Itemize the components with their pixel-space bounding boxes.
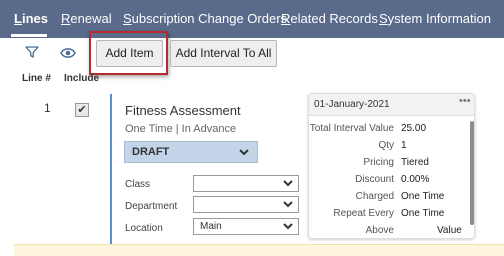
eye-icon[interactable]	[60, 46, 76, 64]
add-interval-to-all-button[interactable]: Add Interval To All	[170, 40, 277, 67]
interval-card-scrollbar[interactable]	[470, 121, 474, 225]
interval-field-label: Above	[365, 225, 394, 236]
add-item-highlight	[89, 31, 168, 75]
interval-field-value: 25.00	[401, 123, 427, 134]
active-tab-indicator	[11, 34, 47, 37]
interval-field-value: 1	[401, 140, 407, 151]
tab-bar: Lines Renewal Subscription Change Orders…	[0, 0, 504, 38]
location-label: Location	[125, 223, 163, 234]
location-select[interactable]: Main	[193, 218, 299, 235]
tab-renewal[interactable]: Renewal	[61, 11, 112, 26]
include-checkbox[interactable]: ✔	[75, 103, 89, 117]
chevron-down-icon	[282, 197, 294, 215]
interval-field-label: Charged	[355, 191, 394, 202]
chevron-down-icon	[282, 176, 294, 194]
interval-field-value: Value	[437, 225, 462, 236]
more-options-icon[interactable]: •••	[459, 95, 471, 107]
status-value: DRAFT	[132, 146, 170, 158]
interval-field-value: Tiered	[401, 157, 429, 168]
interval-card: 01-January-2021 ••• Total Interval Value…	[308, 93, 475, 239]
interval-field-label: Total Interval Value	[309, 123, 394, 134]
department-select[interactable]	[193, 196, 299, 213]
column-header-line: Line #	[22, 73, 51, 84]
tab-subscription-change-orders[interactable]: Subscription Change Orders	[123, 11, 287, 26]
interval-field-value: 0.00%	[401, 174, 430, 185]
item-name: Fitness Assessment	[125, 103, 241, 118]
column-header-include: Include	[64, 73, 100, 84]
interval-field-label: Qty	[378, 140, 394, 151]
department-label: Department	[125, 201, 178, 212]
filter-icon[interactable]	[25, 45, 39, 64]
interval-field-label: Repeat Every	[333, 208, 394, 219]
interval-field-value: One Time	[401, 191, 445, 202]
line-accent-bar	[110, 94, 112, 246]
interval-field-label: Discount	[355, 174, 394, 185]
chevron-down-icon	[238, 142, 250, 165]
status-dropdown[interactable]: DRAFT	[124, 141, 258, 163]
class-label: Class	[125, 179, 151, 190]
tab-lines[interactable]: Lines	[14, 11, 48, 26]
interval-field-value: One Time	[401, 208, 445, 219]
class-select[interactable]	[193, 175, 299, 192]
tab-related-records[interactable]: Related Records	[281, 11, 378, 26]
interval-card-header: 01-January-2021 •••	[309, 94, 474, 116]
line-number: 1	[44, 101, 51, 115]
footer-notice-band	[14, 244, 504, 256]
interval-field-label: Pricing	[363, 157, 394, 168]
tab-system-information[interactable]: System Information	[379, 11, 491, 26]
item-billing-info: One Time | In Advance	[125, 123, 237, 135]
interval-date: 01-January-2021	[314, 99, 390, 110]
chevron-down-icon	[282, 219, 294, 237]
